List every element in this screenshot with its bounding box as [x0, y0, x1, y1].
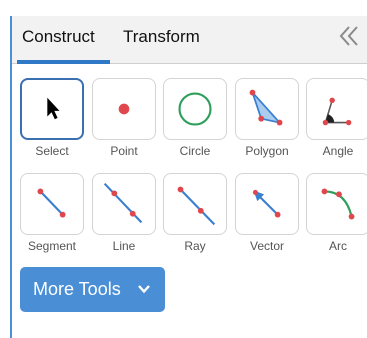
active-tab-indicator	[17, 60, 110, 64]
select-arrow-icon	[47, 97, 60, 120]
tool-angle-box[interactable]	[306, 78, 367, 140]
vector-icon	[252, 189, 281, 218]
angle-icon	[322, 97, 352, 126]
segment-icon	[37, 188, 66, 218]
tab-bar: Construct Transform	[12, 16, 367, 64]
tool-segment[interactable]: Segment	[20, 173, 84, 253]
tool-ray[interactable]: Ray	[163, 173, 227, 253]
arc-icon	[321, 188, 355, 220]
tool-select[interactable]: Select	[20, 78, 84, 158]
more-tools-label: More Tools	[33, 279, 121, 299]
tool-select-label: Select	[35, 144, 69, 158]
tool-point[interactable]: Point	[92, 78, 156, 158]
tab-construct[interactable]: Construct	[22, 27, 95, 47]
tool-arc[interactable]: Arc	[306, 173, 367, 253]
tool-circle-box[interactable]	[163, 78, 227, 140]
tool-circle-label: Circle	[179, 144, 211, 158]
tool-ray-label: Ray	[184, 239, 206, 253]
tools-panel: Construct Transform Select Point Circle …	[10, 16, 367, 338]
tool-vector-label: Vector	[249, 239, 285, 253]
chevron-down-icon	[138, 285, 150, 294]
tool-segment-box[interactable]	[20, 173, 84, 235]
tool-arc-label: Arc	[329, 239, 347, 253]
more-tools-button[interactable]: More Tools	[20, 267, 165, 312]
tool-polygon-label: Polygon	[245, 144, 289, 158]
tool-segment-label: Segment	[27, 239, 77, 253]
tool-ray-box[interactable]	[163, 173, 227, 235]
tool-angle-label: Angle	[322, 144, 354, 158]
tool-select-box[interactable]	[20, 78, 84, 140]
tool-polygon[interactable]: Polygon	[235, 78, 299, 158]
polygon-icon	[249, 89, 283, 126]
tool-vector-box[interactable]	[235, 173, 299, 235]
tool-vector[interactable]: Vector	[235, 173, 299, 253]
tool-line-box[interactable]	[92, 173, 156, 235]
tool-circle[interactable]: Circle	[163, 78, 227, 158]
tool-line[interactable]: Line	[92, 173, 156, 253]
ray-icon	[177, 186, 216, 226]
tab-transform[interactable]: Transform	[123, 27, 200, 47]
tool-angle[interactable]: Angle	[306, 78, 367, 158]
tool-line-label: Line	[112, 239, 136, 253]
line-icon	[103, 182, 143, 224]
point-icon	[118, 103, 130, 115]
double-chevron-left-icon[interactable]	[337, 24, 361, 48]
tool-arc-box[interactable]	[306, 173, 367, 235]
tool-polygon-box[interactable]	[235, 78, 299, 140]
tool-point-label: Point	[110, 144, 138, 158]
tool-point-box[interactable]	[92, 78, 156, 140]
circle-icon	[178, 92, 212, 126]
